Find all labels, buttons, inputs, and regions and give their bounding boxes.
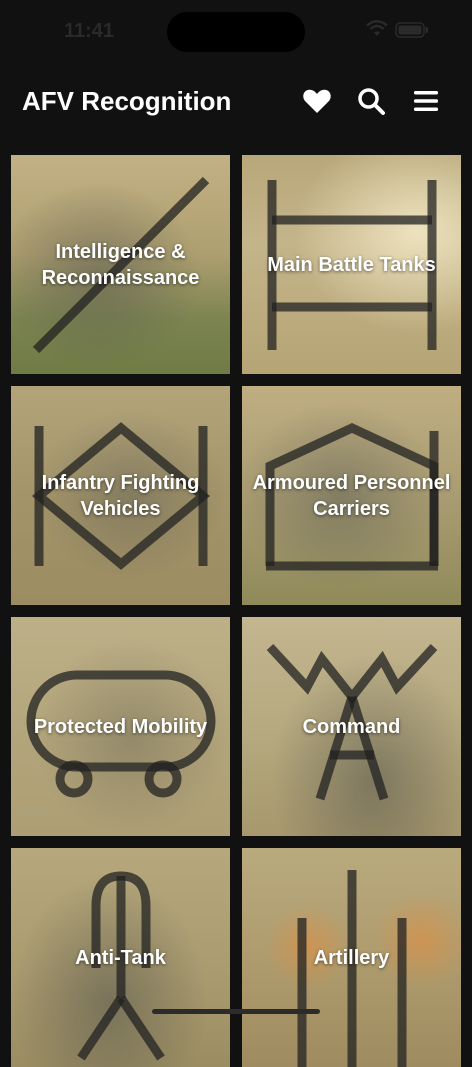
search-icon[interactable] [356, 86, 386, 116]
battery-icon [395, 22, 428, 38]
app-title: AFV Recognition [22, 86, 232, 116]
tile-label: Command [302, 715, 401, 738]
category-tile-protected-mobility[interactable]: Protected Mobility [11, 617, 230, 836]
category-tile-infantry-fighting-vehicles[interactable]: Infantry Fighting Vehicles [11, 386, 230, 605]
category-tile-intelligence-reconnaissance[interactable]: Intelligence & Reconnaissance [11, 155, 230, 374]
category-tile-main-battle-tanks[interactable]: Main Battle Tanks [242, 155, 461, 374]
category-tile-artillery[interactable]: Artillery [242, 848, 461, 1067]
wifi-icon [366, 20, 388, 36]
tile-label: Anti-Tank [75, 946, 166, 969]
category-tile-command[interactable]: Command [242, 617, 461, 836]
status-bar: 11:41 [0, 0, 472, 64]
navigation-bar: AFV Recognition [0, 64, 472, 140]
dynamic-island [167, 12, 305, 52]
tile-label: Main Battle Tanks [267, 253, 436, 276]
tile-label: Artillery [313, 946, 390, 969]
home-indicator [152, 1009, 320, 1014]
menu-icon[interactable] [411, 86, 441, 116]
tile-label: Armoured Personnel Carriers [252, 471, 451, 520]
category-tile-anti-tank[interactable]: Anti-Tank [11, 848, 230, 1067]
tile-label: Intelligence & Reconnaissance [41, 240, 200, 289]
tile-label: Protected Mobility [33, 715, 208, 738]
category-tile-armoured-personnel-carriers[interactable]: Armoured Personnel Carriers [242, 386, 461, 605]
tile-label: Infantry Fighting Vehicles [41, 471, 200, 520]
status-time: 11:41 [64, 20, 115, 42]
heart-icon[interactable] [302, 86, 332, 116]
